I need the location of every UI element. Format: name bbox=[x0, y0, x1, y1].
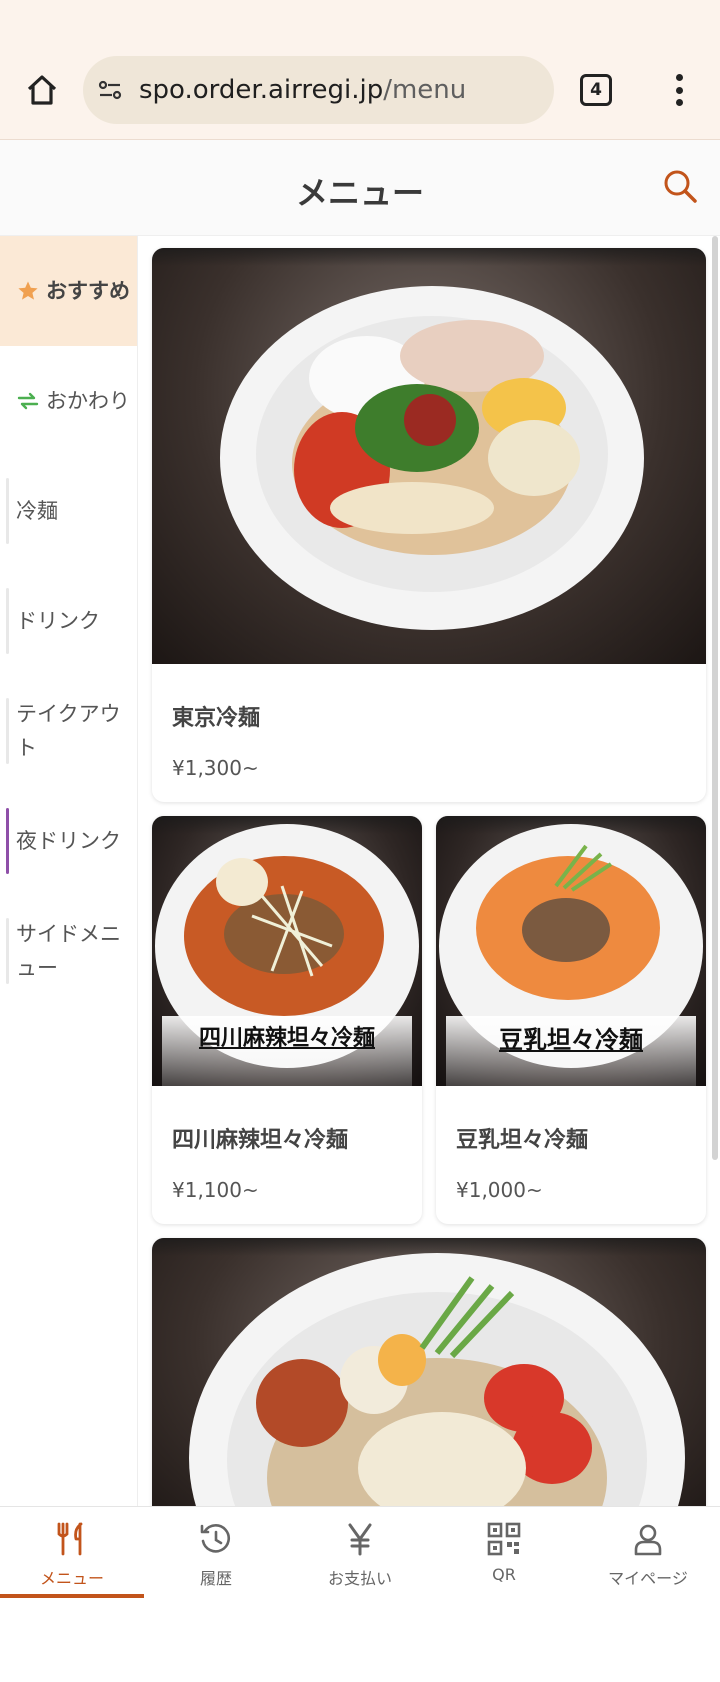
sidebar-item-label: おすすめ bbox=[46, 279, 130, 303]
url-path: /menu bbox=[383, 75, 467, 105]
page-title: メニュー bbox=[295, 174, 424, 212]
category-sidebar: おすすめ おかわり 冷麺 ドリンク テイクアウト 夜ドリンク サイドメニュー bbox=[0, 236, 138, 1506]
url-text: spo.order.airregi.jp/menu bbox=[139, 75, 466, 105]
person-icon bbox=[628, 1519, 668, 1559]
home-icon[interactable] bbox=[22, 70, 62, 110]
dish-image: 四川麻辣坦々冷麺 bbox=[152, 816, 422, 1086]
sidebar-item-label: テイクアウト bbox=[16, 702, 121, 760]
nav-label: 履歴 bbox=[199, 1569, 232, 1588]
menu-item-name: 四川麻辣坦々冷麺 bbox=[172, 1128, 349, 1153]
qr-icon bbox=[484, 1519, 524, 1559]
nav-mypage[interactable]: マイページ bbox=[576, 1507, 720, 1607]
nav-label: QR bbox=[492, 1565, 516, 1584]
sidebar-item-label: ドリンク bbox=[16, 609, 100, 633]
sidebar-item-drinks[interactable]: ドリンク bbox=[0, 566, 137, 676]
menu-card-tokyo-reimen[interactable]: 東京冷麺 ¥1,300~ bbox=[152, 248, 706, 802]
fork-knife-icon bbox=[52, 1519, 92, 1559]
menu-item-price: ¥1,300~ bbox=[172, 756, 259, 780]
sidebar-item-takeout[interactable]: テイクアウト bbox=[0, 676, 137, 786]
address-bar[interactable]: spo.order.airregi.jp/menu bbox=[83, 56, 554, 124]
category-bar bbox=[6, 698, 9, 764]
nav-label: お支払い bbox=[327, 1569, 392, 1588]
category-bar bbox=[6, 478, 9, 544]
site-settings-icon[interactable] bbox=[95, 75, 125, 105]
dish-image bbox=[152, 248, 706, 664]
dish-image-caption: 豆乳坦々冷麺 bbox=[499, 1025, 643, 1054]
menu-item-price: ¥1,000~ bbox=[456, 1178, 543, 1202]
menu-card-soymilk-tantan[interactable]: 豆乳坦々冷麺 豆乳坦々冷麺 ¥1,000~ bbox=[436, 816, 706, 1224]
scrollbar[interactable] bbox=[712, 236, 718, 1160]
nav-history[interactable]: 履歴 bbox=[144, 1507, 288, 1607]
nav-menu[interactable]: メニュー bbox=[0, 1507, 144, 1607]
nav-payment[interactable]: お支払い bbox=[288, 1507, 432, 1607]
dish-image: 豆乳坦々冷麺 bbox=[436, 816, 706, 1086]
nav-label: メニュー bbox=[39, 1569, 104, 1588]
nav-label: マイページ bbox=[608, 1569, 688, 1588]
menu-item-name: 豆乳坦々冷麺 bbox=[456, 1128, 589, 1153]
category-bar bbox=[6, 808, 9, 874]
sidebar-item-cold-noodles[interactable]: 冷麺 bbox=[0, 456, 137, 566]
menu-card-partial[interactable] bbox=[152, 1238, 706, 1538]
app-header: メニュー bbox=[0, 140, 720, 236]
history-icon bbox=[196, 1519, 236, 1559]
bottom-navigation: メニュー 履歴 お支払い QR マイページ bbox=[0, 1506, 720, 1606]
nav-qr[interactable]: QR bbox=[432, 1507, 576, 1607]
sidebar-item-label: 冷麺 bbox=[16, 499, 58, 523]
sidebar-item-recommended[interactable]: おすすめ bbox=[0, 236, 137, 346]
sidebar-item-refill[interactable]: おかわり bbox=[0, 346, 137, 456]
browser-toolbar: spo.order.airregi.jp/menu 4 bbox=[0, 0, 720, 140]
dish-image bbox=[152, 1238, 706, 1538]
menu-item-price: ¥1,100~ bbox=[172, 1178, 259, 1202]
browser-menu-icon[interactable] bbox=[664, 70, 694, 110]
sidebar-item-side-menu[interactable]: サイドメニュー bbox=[0, 896, 137, 1006]
refresh-icon bbox=[16, 389, 40, 413]
yen-icon bbox=[340, 1519, 380, 1559]
category-bar bbox=[6, 918, 9, 984]
sidebar-item-label: サイドメニュー bbox=[16, 922, 121, 980]
star-icon bbox=[16, 279, 40, 303]
page-bottom-area bbox=[0, 1606, 720, 1682]
active-tab-indicator bbox=[0, 1594, 144, 1598]
category-bar bbox=[6, 588, 9, 654]
menu-item-name: 東京冷麺 bbox=[172, 706, 261, 731]
search-icon[interactable] bbox=[660, 166, 700, 206]
menu-card-sichuan-tantan[interactable]: 四川麻辣坦々冷麺 四川麻辣坦々冷麺 ¥1,100~ bbox=[152, 816, 422, 1224]
sidebar-item-night-drinks[interactable]: 夜ドリンク bbox=[0, 786, 137, 896]
sidebar-item-label: おかわり bbox=[46, 389, 130, 413]
tab-switcher-button[interactable]: 4 bbox=[580, 74, 612, 106]
url-host: spo.order.airregi.jp bbox=[139, 75, 384, 105]
dish-image-caption: 四川麻辣坦々冷麺 bbox=[198, 1025, 375, 1051]
sidebar-item-label: 夜ドリンク bbox=[16, 829, 121, 853]
